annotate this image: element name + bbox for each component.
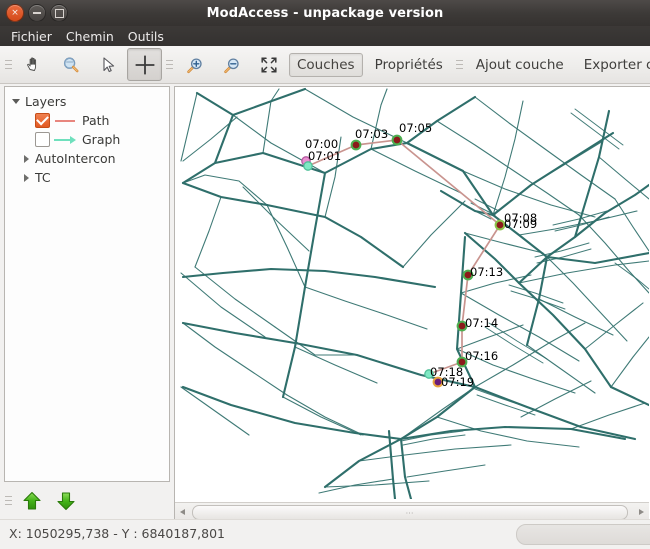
menu-item-fichier[interactable]: Fichier: [5, 27, 58, 46]
arrow-down-icon: [57, 491, 75, 510]
couches-button[interactable]: Couches: [289, 52, 363, 77]
map-view[interactable]: 07:00 07:01 07:03 07:05 07:08 07:09 07:1…: [174, 86, 650, 521]
window-title: ModAccess - unpackage version: [206, 5, 444, 21]
graph-arrow-symbol-icon: [50, 135, 80, 144]
maximize-icon[interactable]: [50, 4, 68, 22]
scrollbar-trough[interactable]: ⋯: [190, 505, 634, 520]
tree-item-layers[interactable]: Layers: [9, 92, 169, 111]
tree-item-graph[interactable]: Graph: [9, 130, 169, 149]
arrow-up-icon: [23, 491, 41, 510]
map-label-time: 07:13: [470, 265, 504, 279]
select-tool-button[interactable]: [90, 48, 125, 81]
checkbox-path[interactable]: [35, 112, 50, 128]
move-layer-up-button[interactable]: [15, 486, 49, 516]
coordinates-readout: X: 1050295,738 - Y : 6840187,801: [9, 526, 226, 541]
tool-bar: Couches Propriétés Ajout couche Exporter…: [0, 46, 650, 84]
magnifier-plus-icon: [186, 57, 202, 73]
map-label-time: 07:05: [399, 121, 433, 135]
magnifier-icon: [63, 57, 78, 72]
map-label-time: 07:19: [441, 375, 475, 389]
tree-item-path[interactable]: Path: [9, 111, 169, 130]
chevron-right-icon[interactable]: [19, 173, 33, 182]
tree-item-tc[interactable]: TC: [9, 168, 169, 187]
map-network-graph: [180, 87, 649, 499]
tree-label-graph: Graph: [82, 132, 121, 147]
map-label-time: 07:16: [465, 349, 499, 363]
ajout-couche-button[interactable]: Ajout couche: [468, 53, 572, 77]
pan-tool-button[interactable]: [16, 48, 51, 81]
toolbar-drag-handle-2[interactable]: [166, 54, 173, 76]
layer-toolbar-drag-handle[interactable]: [5, 490, 12, 512]
tree-label-tc: TC: [35, 170, 51, 185]
zoom-in-tool-button[interactable]: [177, 48, 212, 81]
expand-arrows-icon: [260, 56, 277, 73]
menu-item-chemin[interactable]: Chemin: [60, 27, 120, 46]
identify-tool-button[interactable]: [53, 48, 88, 81]
status-progress-widget: [516, 524, 650, 545]
menu-bar: Fichier Chemin Outils: [0, 26, 650, 46]
tree-label-autointercon: AutoIntercon: [35, 151, 116, 166]
path-line-symbol-icon: [50, 119, 80, 122]
layers-tree: Layers Path Graph AutoIntercon TC: [5, 87, 169, 187]
crosshair-icon: [135, 55, 154, 74]
map-horizontal-scrollbar[interactable]: ⋯: [175, 502, 649, 520]
move-layer-down-button[interactable]: [49, 486, 83, 516]
tree-item-autointercon[interactable]: AutoIntercon: [9, 149, 169, 168]
tree-label-layers: Layers: [25, 94, 67, 109]
scrollbar-grip-icon: ⋯: [405, 508, 415, 517]
menu-item-outils[interactable]: Outils: [122, 27, 170, 46]
map-label-time: 07:03: [355, 127, 389, 141]
scroll-left-icon[interactable]: [175, 504, 190, 519]
title-bar: × ModAccess - unpackage version: [0, 0, 650, 27]
application-window: × ModAccess - unpackage version Fichier …: [0, 0, 650, 549]
cursor-arrow-icon: [102, 56, 114, 72]
toolbar-drag-handle-3[interactable]: [455, 54, 463, 76]
scrollbar-thumb[interactable]: ⋯: [192, 505, 628, 520]
chevron-down-icon[interactable]: [9, 99, 23, 104]
window-controls: ×: [0, 4, 68, 22]
proprietes-button[interactable]: Propriétés: [367, 53, 451, 77]
close-icon[interactable]: ×: [6, 4, 24, 22]
magnifier-minus-icon: [223, 57, 239, 73]
map-label-time: 07:14: [465, 316, 499, 330]
minimize-icon[interactable]: [28, 4, 46, 22]
crosshair-tool-button[interactable]: [127, 48, 162, 81]
toolbar-drag-handle-1[interactable]: [5, 54, 12, 76]
chevron-right-icon[interactable]: [19, 154, 33, 163]
zoom-full-extent-button[interactable]: [251, 48, 286, 81]
map-label-time: 07:09: [504, 217, 538, 231]
layers-panel: Layers Path Graph AutoIntercon TC: [4, 86, 170, 482]
exporter-carte-button[interactable]: Exporter carte: [576, 53, 650, 77]
scroll-right-icon[interactable]: [634, 504, 649, 519]
tree-label-path: Path: [82, 113, 110, 128]
checkbox-graph[interactable]: [35, 132, 50, 147]
layer-order-toolbar: [0, 484, 172, 517]
zoom-out-tool-button[interactable]: [214, 48, 249, 81]
hand-icon: [26, 56, 36, 71]
map-label-time: 07:01: [308, 149, 342, 163]
